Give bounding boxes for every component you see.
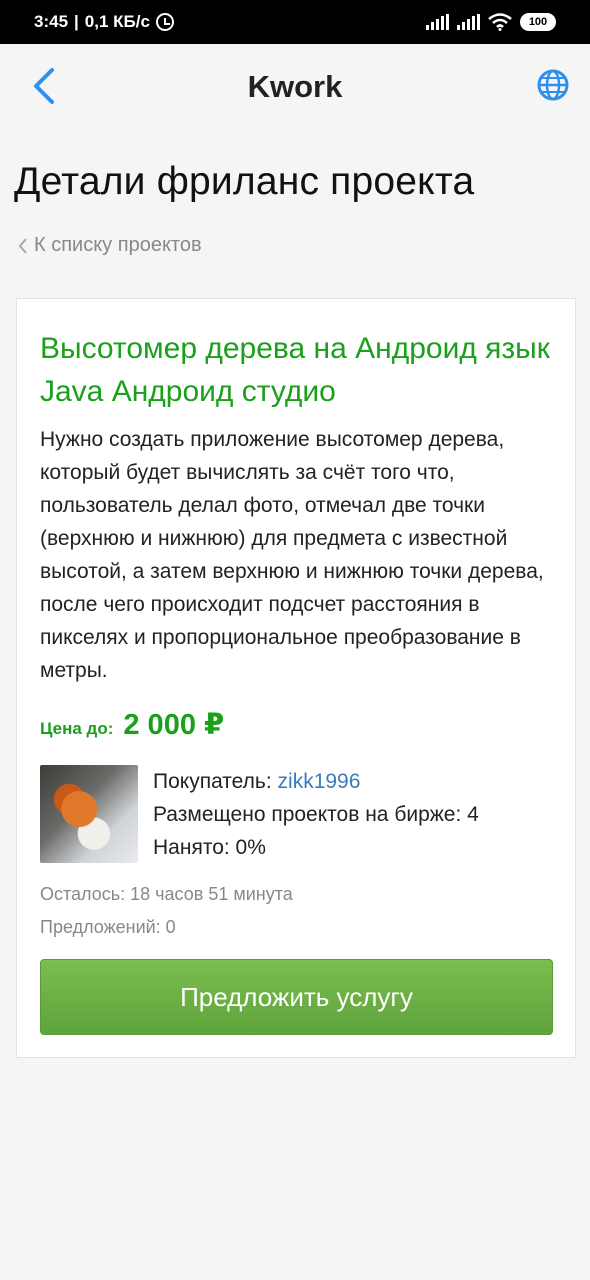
chevron-left-icon	[18, 237, 27, 254]
status-time: 3:45	[34, 12, 69, 31]
price-block: Цена до: 2 000 ₽	[40, 707, 224, 742]
buyer-label: Покупатель:	[153, 770, 272, 793]
status-bar: 3:45 | 0,1 КБ/с 100	[0, 0, 590, 44]
status-bar-left: 3:45 | 0,1 КБ/с	[34, 12, 174, 32]
back-arrow-icon[interactable]	[30, 66, 60, 106]
buyer-hired-rate: Нанято: 0%	[153, 836, 266, 859]
status-network-speed: 0,1 КБ/с	[84, 12, 150, 31]
battery-level: 100	[528, 16, 548, 28]
signal-icon-2	[457, 14, 480, 30]
offer-service-label: Предложить услугу	[180, 981, 413, 1012]
project-description: Нужно создать приложение высотомер дерев…	[40, 428, 544, 682]
offers-count: Предложений: 0	[40, 917, 176, 937]
status-divider: |	[74, 12, 79, 31]
battery-icon: 100	[520, 13, 556, 31]
breadcrumb-label: К списку проектов	[34, 234, 202, 256]
wifi-icon	[488, 13, 512, 31]
status-bar-right: 100	[426, 13, 556, 31]
page-title: Детали фриланс проекта	[14, 160, 475, 203]
price-label: Цена до:	[40, 719, 114, 738]
buyer-avatar[interactable]	[40, 765, 138, 863]
time-left: Осталось: 18 часов 51 минута	[40, 884, 293, 904]
buyer-info: Покупатель: zikk1996 Размещено проектов …	[153, 765, 479, 864]
signal-icon	[426, 14, 449, 30]
price-value: 2 000 ₽	[123, 709, 225, 741]
alarm-icon	[155, 13, 174, 31]
buyer-row: Покупатель: zikk1996	[153, 765, 479, 798]
globe-icon[interactable]	[536, 68, 570, 102]
app-title: Kwork	[247, 69, 343, 104]
project-title: Высотомер дерева на Андроид язык Java Ан…	[40, 332, 550, 408]
offer-service-button[interactable]: Предложить услугу	[40, 959, 553, 1035]
breadcrumb-back-to-projects[interactable]: К списку проектов	[18, 234, 202, 257]
buyer-projects-posted: Размещено проектов на бирже: 4	[153, 803, 479, 826]
app-bar: Kwork	[0, 44, 590, 130]
buyer-name-link[interactable]: zikk1996	[278, 770, 361, 793]
project-card: Высотомер дерева на Андроид язык Java Ан…	[16, 298, 576, 1058]
